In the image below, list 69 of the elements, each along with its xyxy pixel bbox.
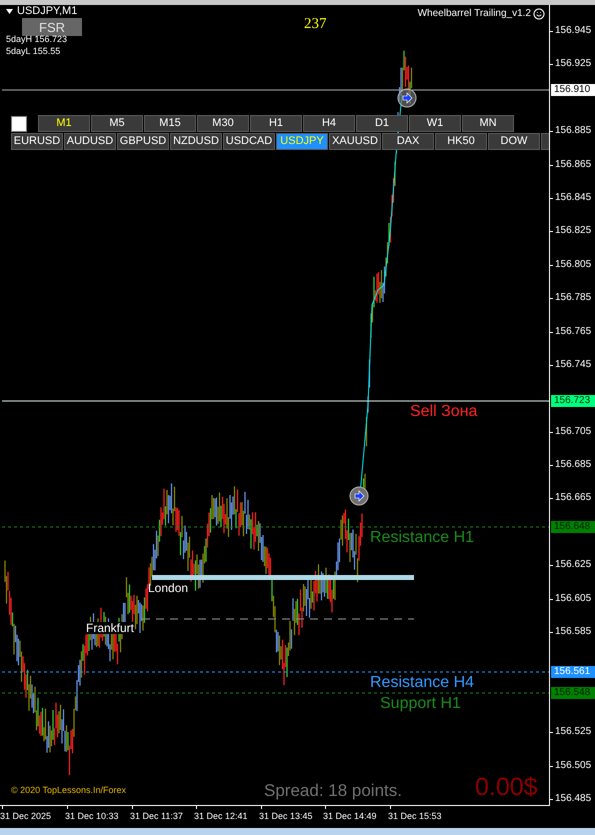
price-tag: 156.648 <box>551 521 595 533</box>
time-tick-label: 31 Dec 14:49 <box>323 812 377 821</box>
five-day-high: 5dayH 156.723 <box>6 35 68 44</box>
level-label: Resistance H4 <box>370 675 474 691</box>
level-label: Support H1 <box>380 696 461 712</box>
time-tick-label: 31 Dec 10:33 <box>65 812 119 821</box>
price-tick-label: 156.605 <box>555 594 592 604</box>
timeframe-button[interactable]: W1 <box>409 115 461 132</box>
price-tick-label: 156.625 <box>555 560 592 570</box>
price-tick-label: 156.845 <box>555 192 592 203</box>
timeframe-button[interactable]: H1 <box>250 115 302 132</box>
price-tick-label: 156.865 <box>555 160 592 170</box>
price-tick-label: 156.525 <box>555 727 592 738</box>
session-label: Frankfurt <box>86 622 134 634</box>
price-tick-label: 156.945 <box>555 26 592 36</box>
symbol-button[interactable]: NZDUSD <box>170 133 222 150</box>
price-tick-label: 156.745 <box>555 360 592 370</box>
price-tag: 156.561 <box>551 666 595 678</box>
spread-text: Spread: 18 points. <box>264 782 402 799</box>
time-tick-label: 31 Dec 11:37 <box>130 812 183 821</box>
timeframe-button[interactable]: M30 <box>197 115 249 132</box>
price-tick-label: 156.485 <box>555 794 592 804</box>
price-tick-label: 156.805 <box>555 260 592 270</box>
symbol-button[interactable]: USDCAD <box>223 133 275 150</box>
price-tick-label: 156.765 <box>555 326 592 336</box>
time-tick-label: 31 Dec 13:45 <box>259 812 313 821</box>
copyright-text: © 2020 TopLessons.In/Forex <box>11 786 126 795</box>
fsr-button[interactable]: FSR <box>22 18 82 36</box>
price-tick-label: 156.585 <box>555 627 592 638</box>
price-tag: 156.723 <box>551 395 595 407</box>
smiley-icon <box>533 8 545 20</box>
session-label: London <box>148 582 188 594</box>
timeframe-button[interactable]: H4 <box>303 115 355 132</box>
time-tick-label: 31 Dec 15:53 <box>388 812 442 821</box>
counter: 237 <box>304 17 326 32</box>
five-day-low: 5dayL 155.55 <box>6 47 60 56</box>
price-tick-label: 156.825 <box>555 226 592 236</box>
checkbox[interactable] <box>11 116 27 132</box>
profit-text: 0.00$ <box>475 775 538 800</box>
symbol-label: USDJPY,M1 <box>17 6 78 17</box>
symbol-button[interactable]: XAUUSD <box>329 133 381 150</box>
symbol-button[interactable]: AUDUSD <box>64 133 116 150</box>
symbol-button[interactable]: EURUSD <box>11 133 63 150</box>
time-tick-label: 31 Dec 12:41 <box>194 812 248 821</box>
time-tick-label: 31 Dec 2025 <box>0 812 52 821</box>
price-tick-label: 156.705 <box>555 426 592 437</box>
symbol-button[interactable]: DAX <box>382 133 434 150</box>
timeframe-button[interactable]: M1 <box>38 115 90 132</box>
price-tick-label: 156.785 <box>555 293 592 304</box>
price-tick-label: 156.685 <box>555 460 592 470</box>
symbol-button[interactable]: GBPUSD <box>117 133 169 150</box>
arrow-circle-icon <box>349 486 369 506</box>
symbol-button[interactable]: HK50 <box>435 133 487 150</box>
price-tag: 156.548 <box>551 687 595 699</box>
price-tick-label: 156.885 <box>555 126 592 136</box>
price-tick-label: 156.925 <box>555 59 592 70</box>
price-tick-label: 156.505 <box>555 760 592 771</box>
timeframe-button[interactable]: M5 <box>91 115 143 132</box>
symbol-button[interactable]: DOW <box>488 133 540 150</box>
price-tag: 156.910 <box>551 84 595 96</box>
timeframe-button[interactable]: MN <box>462 115 514 132</box>
level-label: Resistance H1 <box>370 530 474 546</box>
indicator-name: Wheelbarrel Trailing_v1.2 <box>418 9 531 19</box>
timeframe-button[interactable]: M15 <box>144 115 196 132</box>
price-tick-label: 156.665 <box>555 493 592 504</box>
level-label: Sell Зона <box>410 404 478 420</box>
arrow-circle-icon <box>397 88 417 108</box>
timeframe-button[interactable]: D1 <box>356 115 408 132</box>
dropdown-triangle-icon[interactable] <box>6 9 13 14</box>
